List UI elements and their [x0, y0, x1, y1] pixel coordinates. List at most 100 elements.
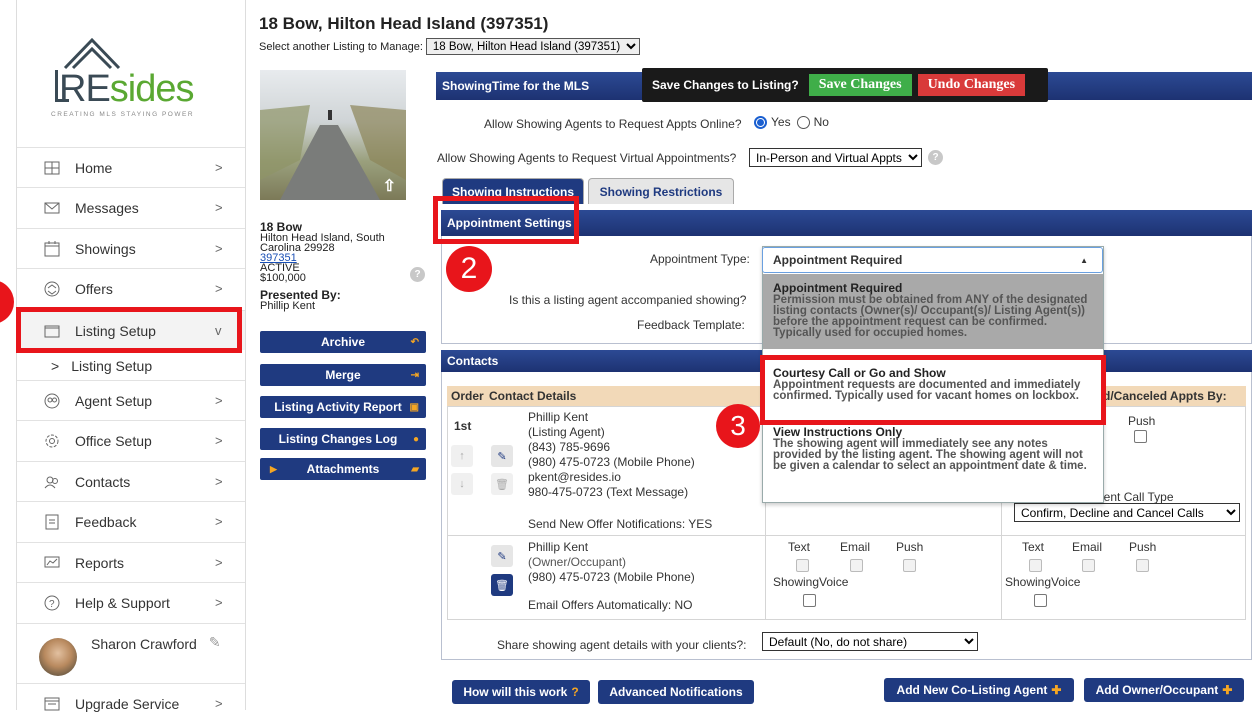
sidebar-item-help[interactable]: ? Help & Support >	[17, 582, 245, 622]
listing-activity-report-button[interactable]: Listing Activity Report ▣	[260, 396, 426, 418]
arrow-down-icon: ↓	[459, 478, 465, 490]
voice-checkbox-2a[interactable]	[803, 594, 816, 607]
calendar-icon	[41, 240, 63, 257]
listing-select-row: Select another Listing to Manage: 18 Bow…	[259, 38, 640, 55]
text-checkbox-2b[interactable]	[1029, 559, 1042, 572]
contacts-icon	[41, 475, 63, 489]
trash-icon: 🗑	[495, 478, 509, 491]
resides-logo[interactable]: REsides CREATING MLS STAYING POWER	[47, 28, 237, 128]
undo-changes-button[interactable]: Undo Changes	[917, 74, 1026, 96]
sidebar-item-contacts[interactable]: Contacts >	[17, 461, 245, 501]
add-owner-occupant-button[interactable]: Add Owner/Occupant ✚	[1084, 678, 1244, 702]
save-changes-button[interactable]: Save Changes	[808, 74, 912, 96]
attachments-button[interactable]: ▶ Attachments ▰	[260, 458, 426, 480]
merge-icon: ⇥	[410, 369, 419, 381]
archive-button[interactable]: Archive ↶	[260, 331, 426, 353]
sidebar-user[interactable]: Sharon Crawford ✎	[17, 623, 245, 683]
highlight-box-courtesy-call	[760, 355, 1106, 425]
plus-icon: ✚	[1222, 683, 1233, 697]
logo-tagline: CREATING MLS STAYING POWER	[51, 111, 195, 118]
sidebar-item-reports[interactable]: Reports >	[17, 542, 245, 582]
no-radio[interactable]	[796, 115, 810, 129]
highlight-box-appointment-settings	[433, 196, 579, 244]
sidebar-item-office-setup[interactable]: Office Setup >	[17, 420, 245, 460]
allow-online-radio-group: Yes No	[754, 115, 829, 129]
annotation-badge-2: 2	[446, 246, 492, 292]
edit-contact-button[interactable]: ✎	[491, 445, 513, 467]
listing-select[interactable]: 18 Bow, Hilton Head Island (397351)	[425, 38, 640, 55]
feedback-icon	[41, 514, 63, 530]
move-down-button[interactable]: ↓	[451, 473, 473, 495]
push-checkbox-2b[interactable]	[1136, 559, 1149, 572]
question-icon: ?	[571, 685, 579, 699]
agent-icon	[41, 393, 63, 409]
home-icon	[41, 161, 63, 175]
help-icon: ?	[41, 595, 63, 611]
sidebar-item-agent-setup[interactable]: Agent Setup >	[17, 380, 245, 420]
listing-changes-log-button[interactable]: Listing Changes Log ●	[260, 428, 426, 450]
listing-photo[interactable]: ⇧	[260, 70, 406, 200]
arrow-up-icon: ↑	[459, 450, 465, 462]
push-checkbox-1[interactable]	[1134, 430, 1147, 443]
avatar	[39, 638, 77, 676]
merge-button[interactable]: Merge ⇥	[260, 364, 426, 386]
archive-icon: ↶	[410, 336, 419, 348]
save-changes-bar: Save Changes to Listing? Save Changes Un…	[642, 68, 1048, 102]
email-checkbox-2b[interactable]	[1082, 559, 1095, 572]
annotation-badge-1	[0, 280, 14, 324]
voice-checkbox-2b[interactable]	[1034, 594, 1047, 607]
upgrade-icon	[41, 697, 63, 711]
folder-icon: ▰	[411, 463, 419, 475]
virtual-appts-select[interactable]: In-Person and Virtual Appts	[749, 148, 922, 167]
sidebar-item-messages[interactable]: Messages >	[17, 187, 245, 227]
gear-icon	[41, 433, 63, 449]
sidebar-subitem-listing-setup[interactable]: > Listing Setup	[17, 355, 245, 377]
share-details-select[interactable]: Default (No, do not share)	[762, 632, 978, 651]
sidebar-item-home[interactable]: Home >	[17, 147, 245, 187]
edit-contact-button[interactable]: ✎	[491, 545, 513, 567]
option-view-instructions[interactable]: View Instructions Only The showing agent…	[763, 421, 1103, 472]
delete-contact-button[interactable]: 🗑	[491, 574, 513, 596]
plus-icon: ✚	[1051, 683, 1062, 697]
pencil-icon: ✎	[497, 450, 507, 463]
svg-text:?: ?	[49, 599, 55, 610]
pencil-icon: ✎	[497, 550, 507, 563]
page-title: 18 Bow, Hilton Head Island (397351)	[259, 14, 549, 33]
clock-icon: ●	[412, 433, 419, 445]
sidebar: REsides CREATING MLS STAYING POWER Home >…	[16, 0, 246, 712]
contact-details-2: Phillip Kent (Owner/Occupant) (980) 475-…	[528, 540, 695, 584]
trash-icon: 🗑	[495, 579, 509, 592]
move-up-button[interactable]: ↑	[451, 445, 473, 467]
highlight-box-listing-setup	[16, 307, 242, 353]
contact-details-1: Phillip Kent (Listing Agent) (843) 785-9…	[528, 410, 695, 499]
envelope-icon	[41, 202, 63, 214]
offers-icon	[41, 281, 63, 297]
tab-showing-restrictions[interactable]: Showing Restrictions	[588, 178, 734, 204]
column-contact-details: Contact Details	[485, 386, 765, 406]
sidebar-item-upgrade[interactable]: Upgrade Service >	[17, 683, 245, 723]
option-appointment-required[interactable]: Appointment Required Permission must be …	[763, 274, 1103, 349]
text-checkbox-2a[interactable]	[796, 559, 809, 572]
delete-contact-button[interactable]: 🗑	[491, 473, 513, 495]
add-co-listing-agent-button[interactable]: Add New Co-Listing Agent ✚	[884, 678, 1074, 702]
how-will-this-work-button[interactable]: How will this work?	[452, 680, 590, 704]
help-icon[interactable]: ?	[410, 267, 425, 282]
help-icon[interactable]: ?	[928, 150, 943, 165]
reports-icon	[41, 556, 63, 570]
appointment-type-select[interactable]: Appointment Required ▲	[762, 247, 1103, 273]
caret-up-icon: ▲	[1080, 255, 1088, 265]
email-checkbox-2a[interactable]	[850, 559, 863, 572]
upload-icon[interactable]: ⇧	[383, 176, 396, 196]
edit-icon[interactable]: ✎	[209, 634, 221, 651]
call-type-select[interactable]: Confirm, Decline and Cancel Calls	[1014, 503, 1240, 522]
sidebar-item-feedback[interactable]: Feedback >	[17, 501, 245, 541]
yes-radio[interactable]	[754, 115, 767, 129]
report-icon: ▣	[409, 401, 419, 413]
annotation-badge-3: 3	[716, 404, 760, 448]
sidebar-item-showings[interactable]: Showings >	[17, 228, 245, 268]
caret-right-icon: ▶	[270, 463, 277, 474]
push-checkbox-2a[interactable]	[903, 559, 916, 572]
listing-info: 18 Bow Hilton Head Island, South Carolin…	[260, 221, 430, 312]
advanced-notifications-button[interactable]: Advanced Notifications	[598, 680, 754, 704]
sidebar-item-offers[interactable]: Offers >	[17, 268, 245, 308]
